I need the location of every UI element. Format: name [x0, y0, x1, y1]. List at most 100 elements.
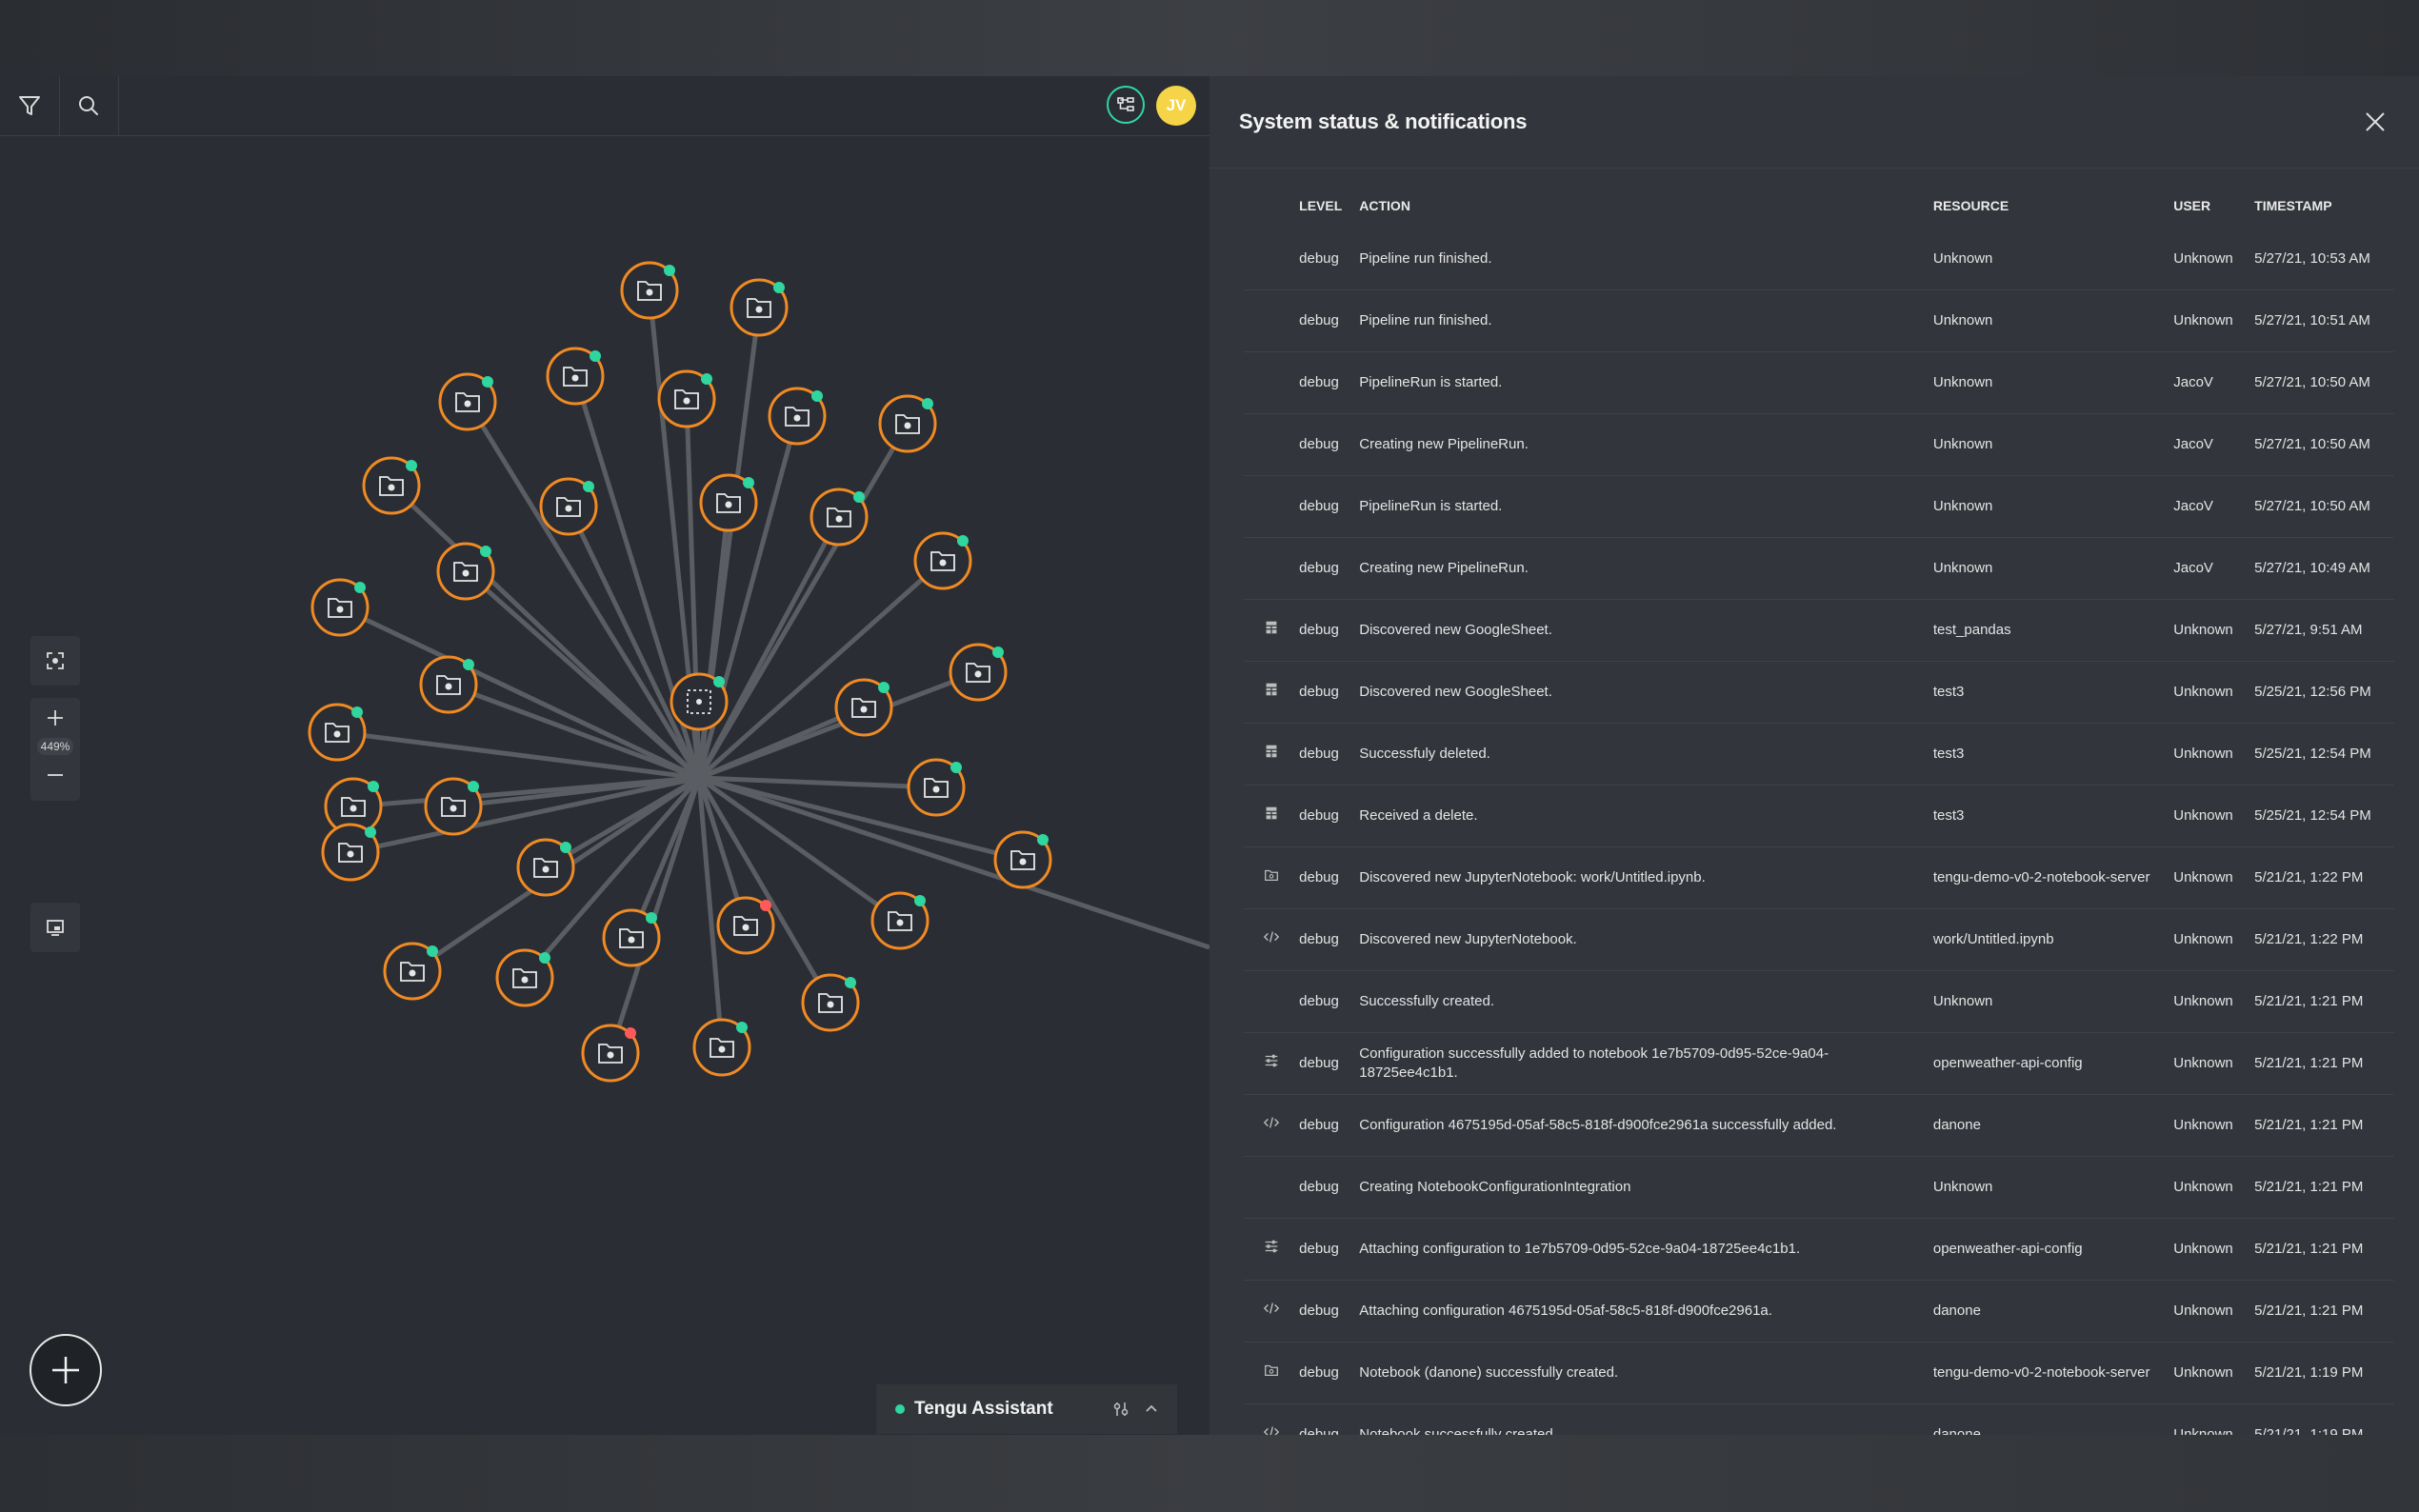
row-action: Received a delete. — [1359, 785, 1933, 847]
graph-node[interactable] — [546, 347, 605, 406]
graph-node[interactable] — [383, 942, 442, 1001]
zoom-out-button[interactable] — [30, 755, 80, 795]
table-row[interactable]: debug Creating new PipelineRun. Unknown Jac… — [1244, 413, 2394, 476]
graph-node[interactable] — [801, 973, 860, 1032]
gear-icon — [462, 569, 470, 577]
table-row[interactable]: debug Discovered new JupyterNotebook. work… — [1244, 908, 2394, 971]
row-user: Unknown — [2173, 723, 2255, 786]
graph-node[interactable] — [310, 578, 370, 637]
selected-group-node[interactable] — [670, 672, 729, 731]
table-row[interactable]: debug Attaching configuration to 1e7b5709… — [1244, 1218, 2394, 1281]
avatar[interactable]: JV — [1156, 86, 1196, 126]
row-action: Discovered new GoogleSheet. — [1359, 599, 1933, 662]
table-row[interactable]: debug Discovered new JupyterNotebook: wor… — [1244, 846, 2394, 909]
table-row[interactable]: debug Successfuly deleted. test3 Unknown 5/2… — [1244, 723, 2394, 786]
table-row[interactable]: debug Successfully created. Unknown Unknown… — [1244, 970, 2394, 1033]
table-row[interactable]: debug PipelineRun is started. Unknown JacoV… — [1244, 475, 2394, 538]
table-row[interactable]: debug Notebook (danone) successfully crea… — [1244, 1342, 2394, 1404]
graph-edge — [697, 775, 902, 924]
graph-node[interactable] — [602, 908, 661, 967]
hierarchy-icon — [1117, 97, 1134, 111]
graph-node[interactable] — [907, 758, 966, 817]
table-row[interactable]: debug Notebook successfully created. danon… — [1244, 1403, 2394, 1435]
config-sliders-icon — [1262, 1052, 1281, 1071]
row-user: Unknown — [2173, 1403, 2255, 1435]
row-action: Pipeline run finished. — [1359, 229, 1933, 290]
fit-view-button[interactable] — [30, 636, 80, 686]
gear-icon — [607, 1051, 614, 1059]
graph-node[interactable] — [699, 473, 758, 532]
graph-node[interactable] — [620, 261, 679, 320]
graph-node[interactable] — [581, 1024, 640, 1083]
graph-node[interactable] — [308, 703, 367, 762]
graph-node[interactable] — [878, 394, 937, 453]
row-action: Discovered new JupyterNotebook: work/Unt… — [1359, 846, 1933, 909]
node-status-dot — [713, 676, 725, 687]
notebook-server-icon — [1262, 1362, 1281, 1381]
resource-graph[interactable] — [0, 76, 1210, 1435]
row-user: Unknown — [2173, 970, 2255, 1033]
table-row[interactable]: debug Configuration successfully added to… — [1244, 1032, 2394, 1095]
graph-node[interactable] — [810, 487, 869, 547]
row-resource: Unknown — [1932, 413, 2174, 476]
assistant-bar[interactable]: Tengu Assistant — [876, 1384, 1177, 1434]
hierarchy-view-button[interactable] — [1107, 86, 1145, 124]
graph-node[interactable] — [949, 643, 1008, 702]
close-button[interactable] — [2358, 105, 2392, 139]
table-row[interactable]: debug Pipeline run finished. Unknown Unknow… — [1244, 289, 2394, 352]
panel-header: System status & notifications — [1210, 76, 2419, 169]
graph-canvas[interactable]: JV 449% Tengu Assistant — [0, 76, 1210, 1435]
table-row[interactable]: debug Creating NotebookConfigurationInteg… — [1244, 1156, 2394, 1219]
table-row[interactable]: debug Pipeline run finished. Unknown Unknow… — [1244, 229, 2394, 290]
table-row[interactable]: debug Discovered new GoogleSheet. test3 Unk… — [1244, 661, 2394, 724]
graph-edge — [696, 776, 833, 1005]
row-timestamp: 5/25/21, 12:56 PM — [2254, 661, 2394, 724]
graph-node[interactable] — [834, 678, 893, 737]
table-row[interactable]: debug Creating new PipelineRun. Unknown Jac… — [1244, 537, 2394, 600]
graph-node[interactable] — [657, 369, 716, 428]
graph-node[interactable] — [539, 477, 598, 536]
graph-node[interactable] — [424, 777, 483, 836]
table-row[interactable]: debug Attaching configuration 4675195d-05… — [1244, 1280, 2394, 1343]
search-button[interactable] — [59, 76, 119, 135]
table-row[interactable]: debug Received a delete. test3 Unknown 5/25/… — [1244, 785, 2394, 847]
chevron-up-icon[interactable] — [1143, 1401, 1160, 1418]
graph-node[interactable] — [516, 838, 575, 897]
graph-node[interactable] — [438, 372, 497, 431]
row-icon-cell — [1244, 599, 1300, 662]
graph-node[interactable] — [730, 278, 789, 337]
table-row[interactable]: debug Configuration 4675195d-05af-58c5-81… — [1244, 1094, 2394, 1157]
graph-node[interactable] — [436, 542, 495, 601]
assistant-settings-icon[interactable] — [1112, 1401, 1130, 1418]
row-icon-cell — [1244, 846, 1300, 909]
notifications-table: LEVEL ACTION RESOURCE USER TIMESTAMP deb… — [1244, 183, 2394, 1435]
table-row[interactable]: debug Discovered new GoogleSheet. test_pan… — [1244, 599, 2394, 662]
add-resource-button[interactable] — [30, 1334, 102, 1406]
row-timestamp: 5/27/21, 10:49 AM — [2254, 537, 2394, 600]
graph-node[interactable] — [321, 823, 380, 882]
row-user: Unknown — [2173, 1094, 2255, 1157]
graph-node[interactable] — [913, 531, 972, 590]
table-row[interactable]: debug PipelineRun is started. Unknown JacoV… — [1244, 351, 2394, 414]
graph-node[interactable] — [692, 1018, 751, 1077]
graph-node[interactable] — [716, 896, 775, 955]
node-status-dot — [743, 477, 754, 488]
row-level: debug — [1299, 351, 1360, 414]
zoom-controls: 449% — [30, 698, 80, 801]
node-status-dot — [646, 912, 657, 924]
graph-node[interactable] — [993, 830, 1052, 889]
zoom-in-button[interactable] — [30, 698, 80, 738]
node-status-dot — [351, 706, 363, 718]
gear-icon — [755, 306, 763, 313]
minimap-button[interactable] — [30, 903, 80, 952]
node-status-dot — [354, 582, 366, 593]
node-status-dot — [701, 373, 712, 385]
graph-node[interactable] — [768, 387, 827, 446]
graph-node[interactable] — [362, 456, 421, 515]
gear-icon — [333, 730, 341, 738]
filter-button[interactable] — [0, 76, 60, 135]
row-resource: Unknown — [1932, 475, 2174, 538]
graph-node[interactable] — [495, 948, 554, 1007]
graph-node[interactable] — [870, 891, 930, 950]
graph-node[interactable] — [419, 655, 478, 714]
